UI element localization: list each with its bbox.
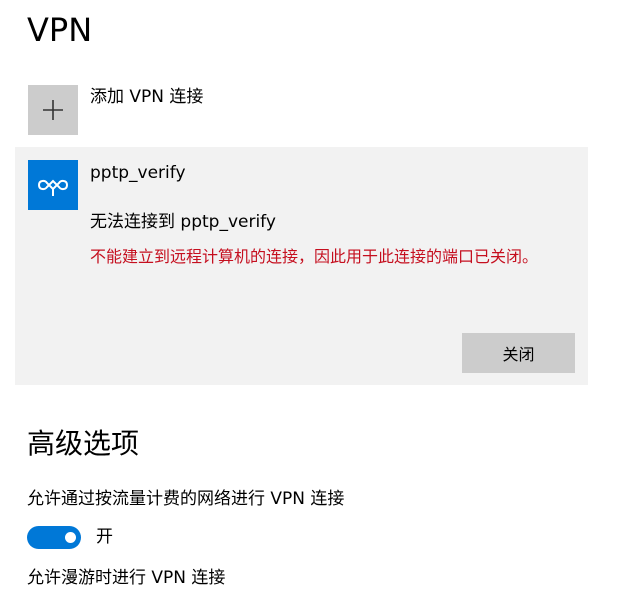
- add-vpn-button[interactable]: [28, 85, 78, 135]
- metered-toggle-state: 开: [96, 527, 113, 547]
- vpn-status-text: 无法连接到 pptp_verify: [90, 212, 276, 232]
- vpn-connection-name: pptp_verify: [90, 163, 186, 183]
- metered-network-toggle[interactable]: [27, 526, 81, 549]
- add-vpn-label[interactable]: 添加 VPN 连接: [90, 86, 203, 108]
- vpn-error-message: 不能建立到远程计算机的连接，因此用于此连接的端口已关闭。: [90, 247, 539, 266]
- advanced-options-heading: 高级选项: [27, 427, 140, 460]
- metered-network-label: 允许通过按流量计费的网络进行 VPN 连接: [27, 489, 345, 509]
- close-button[interactable]: 关闭: [462, 333, 575, 373]
- roaming-label: 允许漫游时进行 VPN 连接: [27, 568, 226, 588]
- plus-icon: [43, 100, 63, 120]
- vpn-link-icon: [37, 179, 69, 196]
- vpn-connection-icon: [28, 160, 78, 210]
- toggle-knob: [65, 532, 76, 543]
- page-title: VPN: [27, 11, 93, 49]
